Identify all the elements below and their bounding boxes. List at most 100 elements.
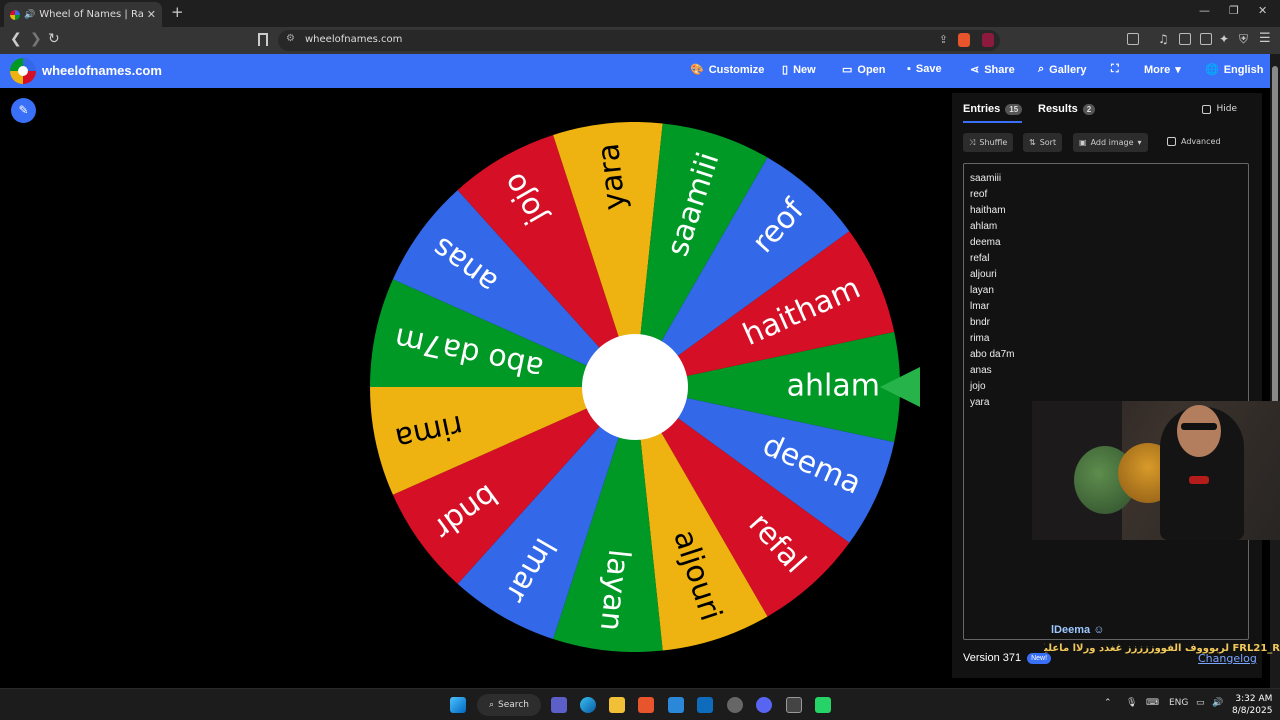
- network-icon[interactable]: ▭: [1196, 698, 1205, 708]
- sort-button[interactable]: ⇅ Sort: [1023, 133, 1063, 152]
- list-item[interactable]: lmar: [970, 299, 1242, 315]
- more-button[interactable]: More ▾: [1144, 63, 1181, 77]
- obs-icon[interactable]: [727, 697, 743, 713]
- clock-date: 8/8/2025: [1232, 706, 1273, 716]
- clock[interactable]: 3:32 AM 8/8/2025: [1232, 693, 1272, 717]
- list-item[interactable]: rima: [970, 331, 1242, 347]
- leo-ai-icon[interactable]: ✦: [1219, 32, 1229, 46]
- wheel[interactable]: ahlam deema refal aljouri layan lmar bndr rima a…: [370, 121, 900, 652]
- address-bar[interactable]: ⚙ wheelofnames.com ⇪: [278, 30, 1000, 51]
- browser-tab[interactable]: 🔊 Wheel of Names | Random na ✕: [4, 2, 162, 27]
- wheel-logo-icon[interactable]: [10, 58, 36, 84]
- brave-shields-icon[interactable]: [958, 33, 970, 47]
- whatsapp-icon[interactable]: [815, 697, 831, 713]
- hide-checkbox[interactable]: [1202, 104, 1212, 114]
- edge-icon[interactable]: [580, 697, 596, 713]
- hide-toggle[interactable]: Hide: [1202, 104, 1237, 114]
- wheel-hub[interactable]: [582, 334, 688, 440]
- terminal-icon[interactable]: [786, 697, 802, 713]
- list-item[interactable]: aljouri: [970, 267, 1242, 283]
- discord-icon[interactable]: [756, 697, 772, 713]
- forward-icon[interactable]: ❯: [30, 31, 42, 47]
- volume-icon[interactable]: 🔊: [1212, 698, 1223, 708]
- image-icon: ▣: [1079, 138, 1087, 147]
- share-page-icon[interactable]: ⇪: [939, 33, 948, 46]
- close-window-icon[interactable]: ✕: [1258, 4, 1267, 17]
- list-item[interactable]: bndr: [970, 315, 1242, 331]
- entries-count-badge: 15: [1005, 103, 1023, 115]
- minimize-icon[interactable]: —: [1199, 4, 1210, 17]
- add-image-button[interactable]: ▣ Add image ▾: [1073, 133, 1148, 152]
- menu-icon[interactable]: ☰: [1259, 31, 1271, 46]
- emote-icon: ☺: [1093, 624, 1105, 636]
- restore-icon[interactable]: ❐: [1229, 4, 1239, 17]
- keyboard-icon[interactable]: ⌨: [1146, 698, 1159, 708]
- page-scrollbar[interactable]: [1270, 54, 1280, 688]
- list-item[interactable]: ahlam: [970, 219, 1242, 235]
- audio-playing-icon[interactable]: 🔊: [24, 10, 35, 20]
- list-item[interactable]: anas: [970, 363, 1242, 379]
- list-item[interactable]: abo da7m: [970, 347, 1242, 363]
- shuffle-icon: ⤨: [969, 137, 976, 147]
- sort-icon: ⇅: [1029, 138, 1036, 147]
- pencil-icon: ✎: [18, 103, 29, 117]
- close-tab-icon[interactable]: ✕: [147, 8, 156, 21]
- version-label: Version 371: [963, 652, 1022, 664]
- list-item[interactable]: saamiii: [970, 171, 1242, 187]
- add-image-label: Add image: [1090, 138, 1134, 147]
- wallet-icon[interactable]: [1200, 33, 1212, 45]
- list-item[interactable]: reof: [970, 187, 1242, 203]
- new-label: New: [793, 63, 816, 76]
- chevron-down-icon: ▾: [1175, 64, 1181, 76]
- site-brand[interactable]: wheelofnames.com: [42, 63, 162, 78]
- new-button[interactable]: ▯ New: [782, 63, 816, 77]
- teams-icon[interactable]: [551, 697, 567, 713]
- open-label: Open: [857, 63, 886, 76]
- vpn-shield-icon[interactable]: ⛨: [1239, 32, 1248, 47]
- folder-icon: ▭: [842, 64, 853, 76]
- edit-pencil-button[interactable]: ✎: [11, 98, 36, 123]
- wheel-graphic[interactable]: ahlamdeemarefalaljourilayanlmarbndrrimaa…: [370, 121, 900, 652]
- advanced-checkbox[interactable]: [1167, 137, 1176, 146]
- sidebar-icon[interactable]: [1179, 33, 1191, 45]
- file-explorer-icon[interactable]: [609, 697, 625, 713]
- media-icon[interactable]: ♫: [1158, 32, 1169, 46]
- bookmark-icon[interactable]: [258, 33, 268, 46]
- windows-start-icon[interactable]: [450, 697, 466, 713]
- tab-entries[interactable]: Entries 15: [963, 103, 1023, 123]
- advanced-label: Advanced: [1181, 137, 1221, 146]
- open-button[interactable]: ▭ Open: [842, 63, 886, 77]
- store-icon[interactable]: [668, 697, 684, 713]
- customize-button[interactable]: 🎨 Customize: [690, 63, 764, 77]
- taskbar-search-label: Search: [498, 700, 529, 710]
- list-item[interactable]: refal: [970, 251, 1242, 267]
- tab-results[interactable]: Results 2: [1038, 103, 1096, 115]
- list-item[interactable]: deema: [970, 235, 1242, 251]
- brave-rewards-icon[interactable]: [982, 33, 994, 47]
- gallery-button[interactable]: ⌕ Gallery: [1038, 63, 1086, 76]
- save-button[interactable]: ▪ Save: [907, 63, 942, 75]
- taskbar-search[interactable]: ⌕ Search: [477, 694, 541, 716]
- clock-time: 3:32 AM: [1235, 694, 1273, 704]
- site-info-icon[interactable]: ⚙: [286, 33, 295, 44]
- share-button[interactable]: ⋖ Share: [970, 63, 1015, 77]
- outlook-icon[interactable]: [697, 697, 713, 713]
- browser-tab-bar: 🔊 Wheel of Names | Random na ✕ + — ❐ ✕: [0, 0, 1280, 27]
- tray-chevron-up-icon[interactable]: ⌃: [1104, 698, 1112, 708]
- list-item[interactable]: jojo: [970, 379, 1242, 395]
- advanced-toggle[interactable]: Advanced: [1167, 137, 1221, 146]
- screenshot-icon[interactable]: [1127, 33, 1139, 45]
- input-language[interactable]: ENG: [1169, 698, 1188, 708]
- brave-icon[interactable]: [638, 697, 654, 713]
- back-icon[interactable]: ❮: [10, 31, 22, 47]
- fullscreen-button[interactable]: ⛶: [1111, 63, 1119, 76]
- language-button[interactable]: 🌐 English: [1205, 63, 1263, 77]
- list-item[interactable]: haitham: [970, 203, 1242, 219]
- scrollbar-thumb[interactable]: [1272, 66, 1278, 430]
- shuffle-button[interactable]: ⤨ Shuffle: [963, 133, 1014, 152]
- reload-icon[interactable]: ↻: [48, 31, 60, 47]
- new-tab-icon[interactable]: +: [171, 3, 184, 21]
- palette-icon: 🎨: [690, 64, 704, 76]
- microphone-icon[interactable]: 🎙: [1126, 698, 1137, 708]
- list-item[interactable]: layan: [970, 283, 1242, 299]
